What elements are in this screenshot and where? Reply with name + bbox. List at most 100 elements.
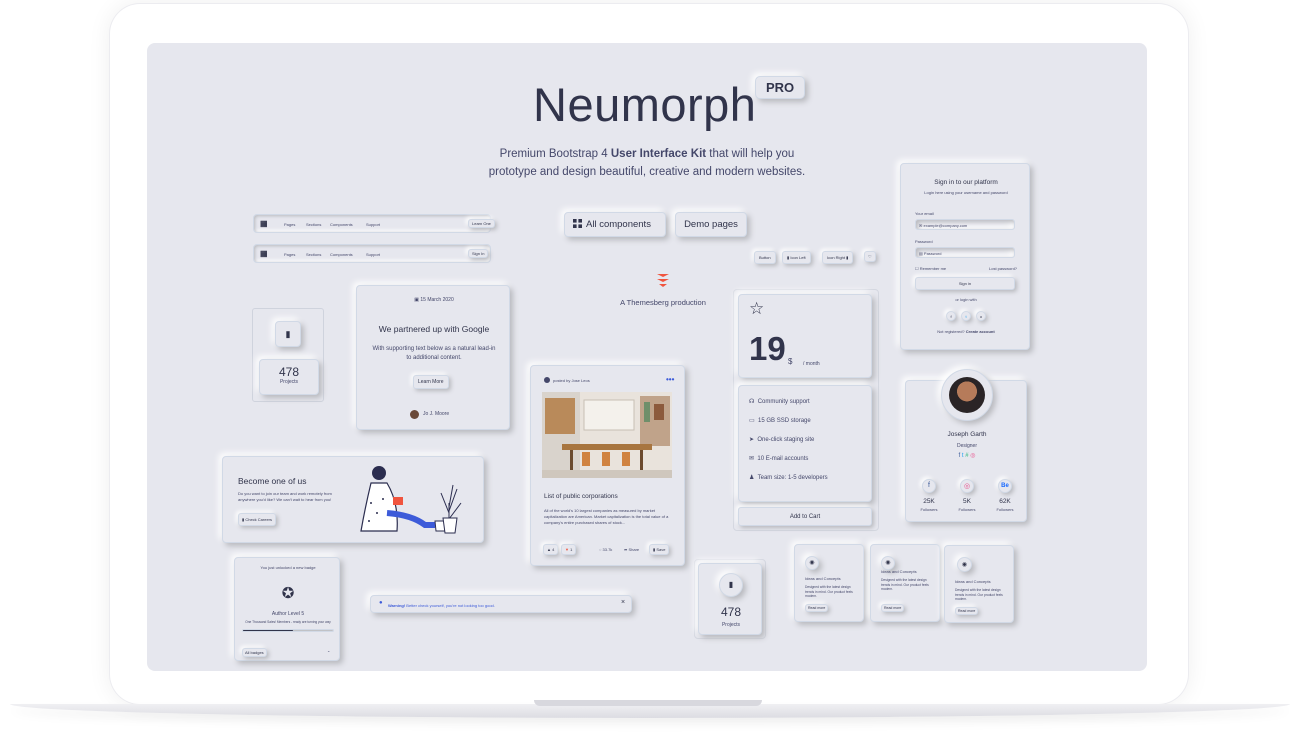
alert-text: Warning! Better check yourself, you're n…	[388, 603, 495, 608]
facebook-stat-icon[interactable]: f	[922, 479, 936, 493]
all-components-button[interactable]: All components	[564, 212, 666, 237]
stat-value: 62K	[999, 498, 1011, 505]
or-login-text: or login with	[955, 297, 977, 302]
share-icon: ➦	[624, 547, 628, 552]
comment-icon: ◌	[599, 547, 602, 552]
counter-value: 478	[720, 605, 742, 619]
share-button[interactable]: ➦ Share	[624, 547, 639, 552]
badge-progress-fill	[243, 630, 293, 631]
medal-icon: ✪	[281, 585, 295, 602]
nav-item-sections[interactable]: Sections	[306, 252, 321, 257]
facebook-icon[interactable]: f	[959, 453, 961, 459]
close-icon[interactable]: ×	[621, 599, 625, 606]
more-icon[interactable]: •••	[666, 375, 674, 384]
add-to-cart-button[interactable]: Add to Cart	[738, 507, 872, 526]
idea-card: ◉ Ideas and Concepts Designed with the l…	[944, 545, 1014, 623]
dribbble-icon[interactable]: ◎	[970, 453, 975, 459]
nav-item-sections[interactable]: Sections	[306, 222, 321, 227]
dislike-button[interactable]: ▼ 1	[561, 544, 577, 555]
price-value: 19	[749, 330, 786, 367]
idea-text: Designed with the latest design trends i…	[805, 585, 853, 598]
email-field[interactable]: ✉ example@company.com	[915, 219, 1015, 230]
dribbble-stat-icon[interactable]: ◎	[960, 479, 974, 493]
counter-box: 478 Projects	[259, 359, 319, 395]
production-text: A Themesberg production	[620, 298, 706, 307]
post-card: posted by Jose Leos ••• List of public c…	[530, 365, 685, 566]
twitter-login-button[interactable]: t	[961, 311, 971, 321]
star-icon[interactable]: ☆	[749, 299, 764, 319]
button-demo[interactable]: Button	[754, 251, 776, 264]
counter-label: Projects	[279, 379, 299, 385]
stat-value: 25K	[923, 498, 935, 505]
price-box: ☆ 19 $ / month	[738, 294, 872, 378]
profile-social-icons: f t # ◎	[906, 452, 1028, 459]
check-careers-button[interactable]: ▮ Check Careers	[238, 513, 277, 526]
idea-text: Designed with the latest design trends i…	[955, 588, 1003, 601]
behance-stat-icon[interactable]: Be	[998, 479, 1012, 493]
github-icon: o	[979, 314, 983, 319]
nav-item-support[interactable]: Support	[366, 222, 380, 227]
signin-title: Sign in to our platform	[934, 179, 998, 186]
signin-submit-button[interactable]: Sign in	[915, 277, 1015, 290]
signin-nav-button[interactable]: Sign In	[468, 249, 489, 258]
read-more-button[interactable]: Read more	[955, 607, 979, 615]
feature-item: ♟ Team size: 1-5 developers	[749, 475, 828, 481]
nav-item-components[interactable]: Components	[330, 252, 353, 257]
nav-item-pages[interactable]: Pages	[284, 252, 295, 257]
read-more-button[interactable]: Read more	[881, 604, 905, 612]
facebook-icon: f	[950, 314, 952, 319]
badge-progress	[242, 629, 334, 632]
headset-icon: ☊	[749, 399, 755, 405]
price-period: / month	[803, 361, 820, 367]
profile-card: Joseph Garth Designer f t # ◎ f ◎ Be 25K…	[905, 369, 1028, 522]
post-title: List of public corporations	[544, 493, 618, 500]
nav-item-components[interactable]: Components	[330, 222, 353, 227]
password-field[interactable]: ▤ Password	[915, 247, 1015, 258]
github-login-button[interactable]: o	[976, 311, 986, 321]
post-author: posted by Jose Leos	[553, 378, 590, 383]
read-more-button[interactable]: Read more	[805, 604, 829, 612]
reading-woman-illustration	[360, 466, 462, 534]
users-icon: ♟	[749, 475, 755, 481]
book-icon: ▮	[846, 255, 849, 260]
stat-label: Followers	[958, 507, 976, 512]
globe-icon: ◉	[957, 557, 972, 572]
create-account-link[interactable]: Create account	[966, 329, 995, 334]
lost-password-link[interactable]: Lost password?	[989, 266, 1017, 271]
facebook-login-button[interactable]: f	[946, 311, 956, 321]
save-button[interactable]: ▮ Save	[649, 544, 670, 555]
twitter-icon[interactable]: t	[962, 453, 964, 459]
idea-card: ◉ Ideas and Concepts Designed with the l…	[870, 544, 940, 622]
globe-icon: ◉	[805, 556, 819, 570]
grid-icon	[573, 219, 582, 228]
blog-author: Jo J. Moore	[423, 411, 450, 417]
stat-label: Followers	[996, 507, 1014, 512]
remember-checkbox[interactable]: ☐ Remember me	[915, 266, 946, 271]
page-title: Neumorph	[533, 78, 757, 131]
all-badges-dropdown[interactable]: All badges	[242, 648, 267, 657]
learn-button[interactable]: Learn One	[468, 219, 495, 228]
chevron-down-icon[interactable]: ⌄	[327, 648, 330, 653]
nav-item-pages[interactable]: Pages	[284, 222, 295, 227]
heart-button[interactable]: ♡	[864, 251, 876, 262]
counter-card: ▮ 478 Projects	[252, 308, 324, 402]
twitter-icon: t	[965, 314, 967, 319]
globe-icon: ◉	[881, 556, 895, 570]
like-button[interactable]: ▲ 4	[543, 544, 559, 555]
counter-card: ▮ 478 Projects	[694, 559, 766, 639]
idea-title: Ideas and Concepts	[881, 569, 917, 574]
blog-date: ▣ 15 March 2020	[414, 297, 454, 303]
poster-avatar	[544, 377, 550, 383]
heart-icon: ♡	[868, 254, 872, 259]
lock-icon: ▤	[919, 251, 923, 256]
nav-item-support[interactable]: Support	[366, 252, 380, 257]
icon-left-button[interactable]: ▮ Icon Left	[782, 251, 811, 264]
learn-more-button[interactable]: Learn More	[413, 375, 449, 389]
demo-pages-button[interactable]: Demo pages	[675, 212, 747, 237]
file-icon: ▮	[242, 517, 245, 522]
feature-item: ☊ Community support	[749, 399, 810, 405]
slack-icon[interactable]: #	[965, 453, 968, 459]
icon-right-button[interactable]: Icon Right ▮	[822, 251, 854, 264]
paper-plane-icon: ➤	[749, 437, 755, 443]
navbar-light: ▦ Pages Sections Components Support Lear…	[253, 214, 495, 233]
